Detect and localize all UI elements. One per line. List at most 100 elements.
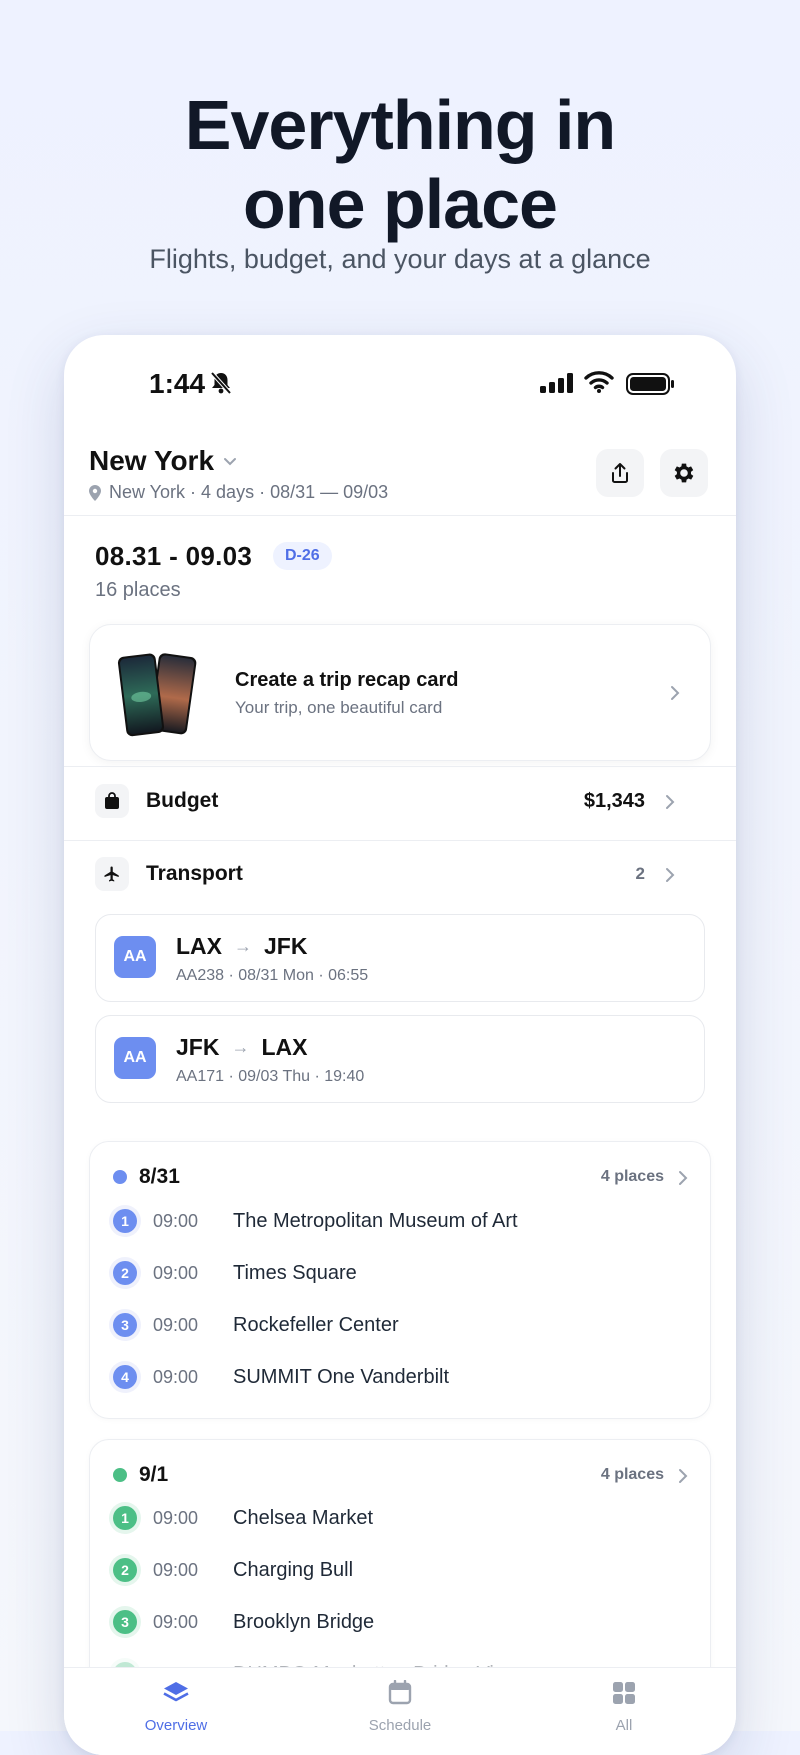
- transport-label: Transport: [146, 862, 243, 885]
- airline-logo: AA: [114, 936, 156, 978]
- day-card[interactable]: 8/31 4 places 1 09:00 The Metropolitan M…: [89, 1141, 711, 1419]
- budget-label: Budget: [146, 789, 219, 812]
- city-selector[interactable]: New York: [89, 445, 238, 477]
- stop-time: 09:00: [153, 1507, 199, 1528]
- stop-number: 2: [113, 1261, 137, 1285]
- stop-name: SUMMIT One Vanderbilt: [233, 1365, 450, 1388]
- location-pin-icon: [89, 484, 101, 501]
- stop-time: 09:00: [153, 1611, 199, 1632]
- tab-overview[interactable]: Overview: [116, 1680, 236, 1734]
- flight-origin: JFK: [176, 1034, 220, 1060]
- budget-row[interactable]: Budget $1,343: [95, 781, 675, 821]
- stop-time: 09:00: [153, 1559, 199, 1580]
- stop-time: 09:00: [153, 1314, 199, 1335]
- itinerary-stop[interactable]: 4 09:00 SUMMIT One Vanderbilt: [113, 1362, 449, 1392]
- stop-name: Charging Bull: [233, 1558, 354, 1581]
- stop-name: Rockefeller Center: [233, 1313, 399, 1336]
- section-divider: [64, 766, 736, 767]
- itinerary-stop[interactable]: 1 09:00 Chelsea Market: [113, 1503, 373, 1533]
- stop-time: 09:00: [153, 1262, 199, 1283]
- flight-destination: JFK: [264, 933, 308, 959]
- layers-icon: [163, 1682, 189, 1702]
- settings-button[interactable]: [660, 449, 708, 497]
- chevron-right-icon: [666, 868, 675, 882]
- arrow-right-icon: →: [234, 936, 252, 956]
- share-button[interactable]: [596, 449, 644, 497]
- recap-subtitle: Your trip, one beautiful card: [235, 698, 443, 717]
- transport-icon-wrap: [95, 857, 129, 891]
- flight-destination: LAX: [261, 1034, 308, 1060]
- transport-count: 2: [635, 864, 645, 883]
- stop-name: Times Square: [233, 1261, 357, 1284]
- airline-logo: AA: [114, 1037, 156, 1079]
- stop-number: 4: [113, 1365, 137, 1389]
- dday-badge: D-26: [273, 542, 332, 570]
- status-time: 1:44: [149, 368, 206, 399]
- stop-time: 09:00: [153, 1210, 199, 1231]
- places-count: 16 places: [95, 579, 181, 601]
- tab-all-label: All: [615, 1717, 633, 1734]
- header-divider: [64, 515, 736, 516]
- airplane-icon: [104, 866, 119, 882]
- trip-summary: New York · 4 days · 08/31 — 09/03: [89, 482, 388, 503]
- bell-muted-icon: [210, 371, 232, 395]
- trip-date-range: 08.31 - 09.03: [95, 541, 253, 571]
- flight-card[interactable]: AA LAX → JFK AA238 · 08/31 Mon · 06:55: [95, 914, 705, 1002]
- grid-icon: [613, 1682, 635, 1704]
- recap-card[interactable]: Create a trip recap card Your trip, one …: [89, 624, 711, 761]
- itinerary-stop[interactable]: 1 09:00 The Metropolitan Museum of Art: [113, 1206, 518, 1236]
- shopping-bag-icon: [105, 792, 119, 809]
- phone-frame: 1:44 New York New York · 4 days · 08/31: [64, 335, 736, 1755]
- day-place-count: 4 places: [600, 1168, 664, 1185]
- hero-title: Everything in one place: [184, 86, 616, 243]
- gear-icon: [674, 463, 694, 483]
- stop-name: The Metropolitan Museum of Art: [233, 1209, 518, 1232]
- share-icon: [612, 463, 628, 483]
- recap-cards-illustration: [117, 653, 197, 737]
- day-label: 9/1: [139, 1463, 169, 1486]
- calendar-icon: [388, 1679, 412, 1705]
- arrow-right-icon: →: [231, 1037, 250, 1057]
- tab-all[interactable]: All: [564, 1680, 684, 1734]
- flight-detail: AA238 · 08/31 Mon · 06:55: [176, 967, 369, 984]
- signal-icon: [540, 373, 573, 393]
- chevron-right-icon: [666, 795, 675, 809]
- flight-detail: AA171 · 09/03 Thu · 19:40: [176, 1068, 365, 1085]
- tab-schedule-label: Schedule: [368, 1717, 432, 1734]
- section-divider: [64, 840, 736, 841]
- tab-schedule[interactable]: Schedule: [340, 1679, 460, 1734]
- battery-icon: [626, 373, 674, 395]
- stop-time: 09:00: [153, 1366, 199, 1387]
- stop-name: Brooklyn Bridge: [233, 1610, 375, 1633]
- recap-title: Create a trip recap card: [235, 669, 459, 691]
- chevron-down-icon: [224, 458, 237, 466]
- budget-amount: $1,343: [583, 790, 645, 812]
- tab-overview-label: Overview: [144, 1717, 208, 1734]
- budget-icon-wrap: [95, 784, 129, 818]
- itinerary-stop[interactable]: 3 09:00 Rockefeller Center: [113, 1310, 399, 1340]
- itinerary-stop[interactable]: 2 09:00 Times Square: [113, 1258, 357, 1288]
- transport-row[interactable]: Transport 2: [95, 854, 675, 894]
- chevron-right-icon: [679, 1171, 688, 1185]
- stop-name: Chelsea Market: [233, 1506, 374, 1529]
- itinerary-stop[interactable]: 2 09:00 Charging Bull: [113, 1555, 353, 1585]
- city-name: New York: [89, 445, 215, 476]
- stop-number: 3: [113, 1313, 137, 1337]
- flight-origin: LAX: [176, 933, 222, 959]
- stop-number: 2: [113, 1558, 137, 1582]
- day-color-dot: [113, 1170, 127, 1184]
- chevron-right-icon: [671, 686, 680, 700]
- wifi-icon: [584, 371, 614, 393]
- stop-number: 1: [113, 1506, 137, 1530]
- chevron-right-icon: [679, 1469, 688, 1483]
- day-label: 8/31: [139, 1165, 180, 1188]
- trip-summary-text: New York · 4 days · 08/31 — 09/03: [109, 482, 389, 502]
- stop-number: 1: [113, 1209, 137, 1233]
- itinerary-stop[interactable]: 3 09:00 Brooklyn Bridge: [113, 1607, 374, 1637]
- day-place-count: 4 places: [600, 1466, 664, 1483]
- flight-card[interactable]: AA JFK → LAX AA171 · 09/03 Thu · 19:40: [95, 1015, 705, 1103]
- flight-route: LAX → JFK: [176, 933, 307, 960]
- tab-bar: Overview Schedule All: [64, 1667, 736, 1755]
- day-color-dot: [113, 1468, 127, 1482]
- hero-subtitle: Flights, budget, and your days at a glan…: [149, 244, 651, 274]
